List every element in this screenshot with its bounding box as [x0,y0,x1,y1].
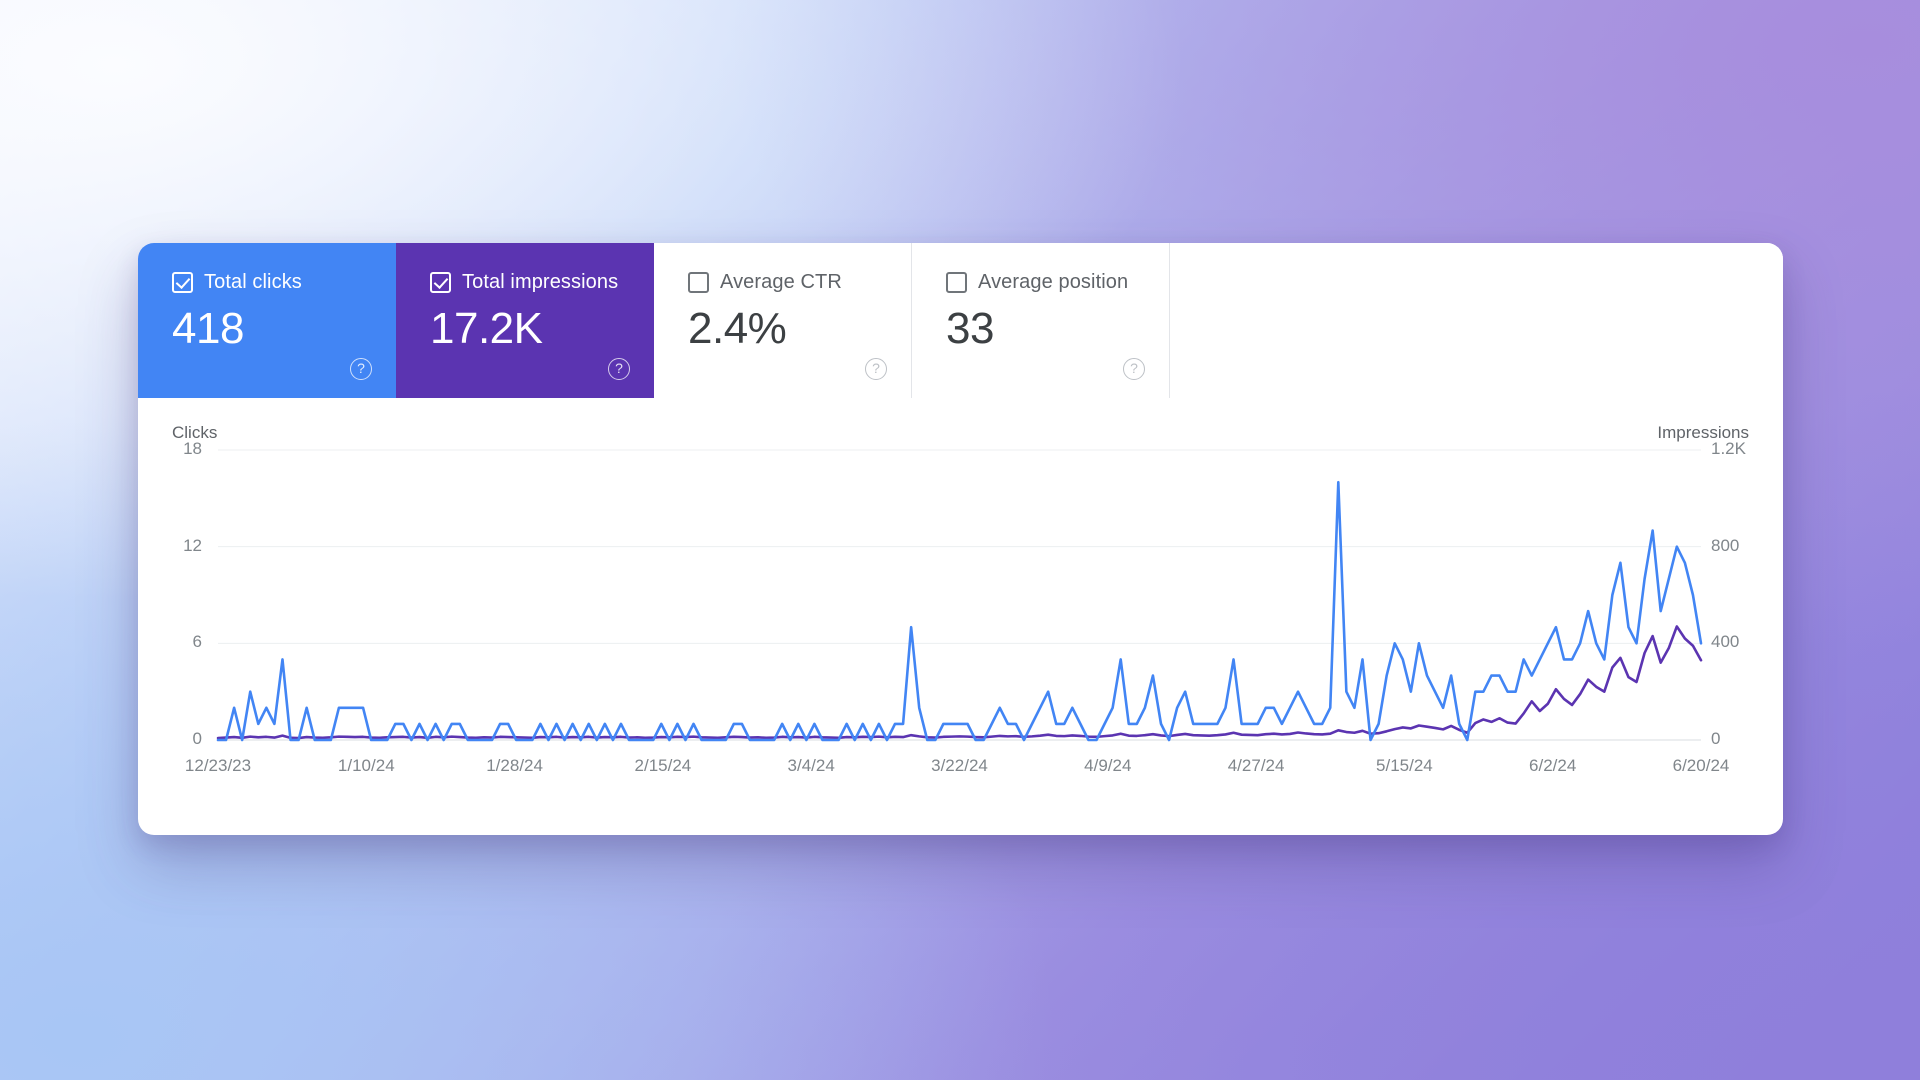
metric-value: 17.2K [430,304,543,353]
metrics-filler [1170,243,1783,398]
x-tick-label: 6/20/24 [1672,756,1730,775]
metric-header: Average CTR [688,271,911,294]
x-tick-label: 1/28/24 [486,756,543,775]
metric-card-total-impressions[interactable]: Total impressions 17.2K ? [396,243,654,398]
metric-label: Total impressions [462,271,619,293]
right-tick-label: 0 [1711,729,1721,748]
metric-label: Total clicks [204,271,302,293]
performance-card: Total clicks 418 ? Total impressions 17.… [138,243,1783,835]
left-tick-label: 0 [192,729,202,748]
metric-label: Average CTR [720,271,842,293]
x-tick-label: 3/4/24 [787,756,835,775]
metric-value: 418 [172,304,244,353]
right-tick-label: 400 [1711,632,1740,652]
metric-header: Total impressions [430,271,654,294]
x-tick-label: 6/2/24 [1529,756,1577,775]
chart-svg [218,450,1701,740]
metrics-strip: Total clicks 418 ? Total impressions 17.… [138,243,1783,398]
right-tick-label: 800 [1711,535,1740,555]
right-tick-label: 1.2K [1711,439,1746,458]
metric-header: Average position [946,271,1169,294]
metric-card-average-ctr[interactable]: Average CTR 2.4% ? [654,243,912,398]
x-tick-label: 2/15/24 [634,756,692,775]
x-tick-label: 4/9/24 [1084,756,1132,775]
x-axis-labels: 12/23/23 1/10/24 1/28/24 2/15/24 3/4/24 3/22/… [185,756,1729,778]
x-tick-label: 3/22/24 [931,756,988,775]
help-icon[interactable]: ? [608,358,630,380]
metric-value: 2.4% [688,304,787,353]
left-tick-label: 6 [192,632,202,652]
x-tick-label: 5/15/24 [1376,756,1433,775]
gridlines [218,450,1701,740]
checkbox-total-impressions[interactable] [430,272,451,293]
x-tick-label: 4/27/24 [1227,756,1285,775]
x-tick-label: 1/10/24 [337,756,395,775]
metric-card-total-clicks[interactable]: Total clicks 418 ? [138,243,396,398]
metric-label: Average position [978,271,1129,293]
checkbox-average-position[interactable] [946,272,967,293]
checkbox-average-ctr[interactable] [688,272,709,293]
help-icon[interactable]: ? [865,358,887,380]
metric-value: 33 [946,304,994,353]
metric-card-average-position[interactable]: Average position 33 ? [912,243,1170,398]
left-tick-label: 18 [183,439,202,458]
page-background: Total clicks 418 ? Total impressions 17.… [0,0,1920,1080]
checkbox-total-clicks[interactable] [172,272,193,293]
help-icon[interactable]: ? [1123,358,1145,380]
x-tick-label: 12/23/23 [184,756,252,775]
plot-area [218,450,1701,740]
performance-chart: Clicks Impressions 0 6 12 18 0 400 800 1.2K 12… [138,398,1783,835]
metric-header: Total clicks [172,271,396,294]
left-tick-label: 12 [183,535,202,555]
help-icon[interactable]: ? [350,358,372,380]
series-line-clicks [218,482,1701,740]
